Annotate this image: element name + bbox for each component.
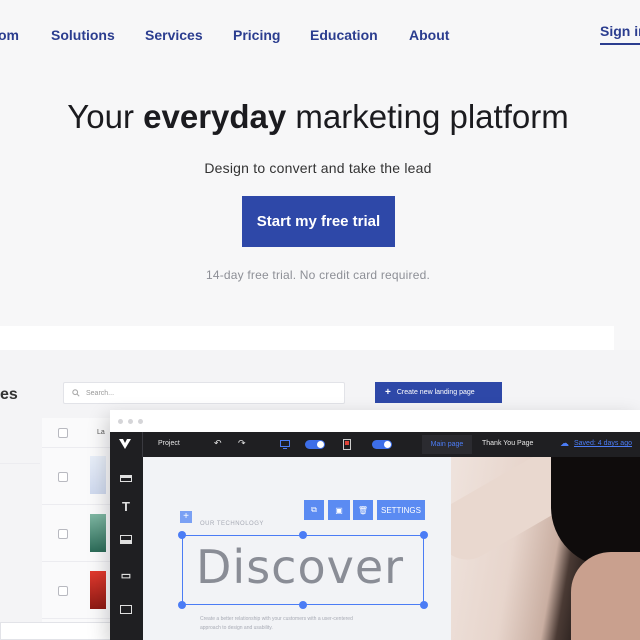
toolbar-divider xyxy=(142,432,143,457)
row-checkbox[interactable] xyxy=(58,529,68,539)
settings-button[interactable]: SETTINGS xyxy=(377,500,425,520)
divider-band xyxy=(0,326,614,350)
editor-sidebar: T ▭ xyxy=(110,457,143,640)
hero-title-bold: everyday xyxy=(143,98,287,135)
image-icon[interactable] xyxy=(120,605,132,614)
canvas-body-text[interactable]: Create a better relationship with your c… xyxy=(200,615,370,633)
text-icon[interactable]: T xyxy=(119,499,133,514)
select-all-checkbox[interactable] xyxy=(58,428,68,438)
photo-face xyxy=(571,552,640,640)
project-menu[interactable]: Project xyxy=(158,440,180,447)
image-block-icon[interactable] xyxy=(120,535,132,544)
canvas-eyebrow: OUR TECHNOLOGY xyxy=(200,521,264,527)
nav-link-platform[interactable]: om xyxy=(0,27,19,43)
sign-in-link[interactable]: Sign in xyxy=(600,23,640,45)
page-thumbnail xyxy=(90,571,106,609)
nav-link-about[interactable]: About xyxy=(409,27,449,43)
table-row[interactable] xyxy=(42,448,112,505)
start-trial-button[interactable]: Start my free trial xyxy=(242,196,395,247)
dashboard-title: es xyxy=(0,386,18,403)
search-placeholder: Search... xyxy=(86,389,115,397)
resize-handle[interactable] xyxy=(299,601,307,609)
section-icon[interactable] xyxy=(120,475,132,482)
plus-icon: + xyxy=(385,387,391,398)
hero-photo xyxy=(451,457,640,640)
tab-thank-you-page[interactable]: Thank You Page xyxy=(482,440,533,447)
cloud-icon: ☁ xyxy=(560,438,569,448)
sidebar-divider xyxy=(0,463,40,464)
table-header: La xyxy=(42,418,112,448)
resize-handle[interactable] xyxy=(178,601,186,609)
create-landing-page-button[interactable]: + Create new landing page xyxy=(375,382,502,403)
button-icon[interactable]: ▭ xyxy=(119,569,133,582)
editor-window: Project ↶ ↷ Main page Thank You Page ☁ S… xyxy=(110,410,640,640)
window-dot xyxy=(128,419,133,424)
preview-card xyxy=(0,622,128,640)
table-row[interactable] xyxy=(42,562,112,619)
page-thumbnail xyxy=(90,456,106,494)
resize-handle[interactable] xyxy=(420,601,428,609)
table-row[interactable] xyxy=(42,505,112,562)
mobile-toggle[interactable] xyxy=(372,440,392,449)
trial-note: 14-day free trial. No credit card requir… xyxy=(205,268,431,282)
nav-link-pricing[interactable]: Pricing xyxy=(233,27,280,43)
resize-handle[interactable] xyxy=(178,531,186,539)
resize-handle[interactable] xyxy=(420,531,428,539)
redo-icon[interactable]: ↷ xyxy=(238,438,246,449)
search-input[interactable]: Search... xyxy=(63,382,345,404)
search-icon xyxy=(72,389,80,397)
hero-title-post: marketing platform xyxy=(286,98,569,135)
nav-link-education[interactable]: Education xyxy=(310,27,378,43)
hero-title-pre: Your xyxy=(67,98,144,135)
hero-title: Your everyday marketing platform xyxy=(0,98,636,136)
move-icon[interactable]: ▣ xyxy=(328,500,350,520)
nav-link-services[interactable]: Services xyxy=(145,27,203,43)
resize-handle[interactable] xyxy=(299,531,307,539)
photo-hair xyxy=(551,457,640,567)
top-nav: om Solutions Services Pricing Education … xyxy=(0,0,640,70)
tab-main-page[interactable]: Main page xyxy=(422,435,472,454)
hero-subtitle: Design to convert and take the lead xyxy=(204,160,432,176)
page-thumbnail xyxy=(90,514,106,552)
nav-link-solutions[interactable]: Solutions xyxy=(51,27,115,43)
mobile-icon[interactable] xyxy=(343,439,351,450)
row-checkbox[interactable] xyxy=(58,472,68,482)
window-dot xyxy=(138,419,143,424)
desktop-toggle[interactable] xyxy=(305,440,325,449)
logo-icon xyxy=(119,439,131,449)
duplicate-icon[interactable]: ⧉ xyxy=(304,500,324,520)
window-titlebar xyxy=(110,410,640,432)
editor-toolbar: Project ↶ ↷ Main page Thank You Page ☁ S… xyxy=(110,432,640,457)
desktop-icon[interactable] xyxy=(280,440,290,449)
canvas-heading[interactable]: Discover xyxy=(196,540,404,594)
landing-page-list: La xyxy=(42,418,112,640)
window-dot xyxy=(118,419,123,424)
add-element-icon[interactable]: + xyxy=(180,511,192,523)
row-checkbox[interactable] xyxy=(58,586,68,596)
undo-icon[interactable]: ↶ xyxy=(214,438,222,449)
column-header: La xyxy=(97,429,105,436)
trash-icon[interactable]: 🗑 xyxy=(353,500,373,520)
saved-status[interactable]: Saved: 4 days ago xyxy=(574,440,632,447)
create-button-label: Create new landing page xyxy=(396,389,475,396)
